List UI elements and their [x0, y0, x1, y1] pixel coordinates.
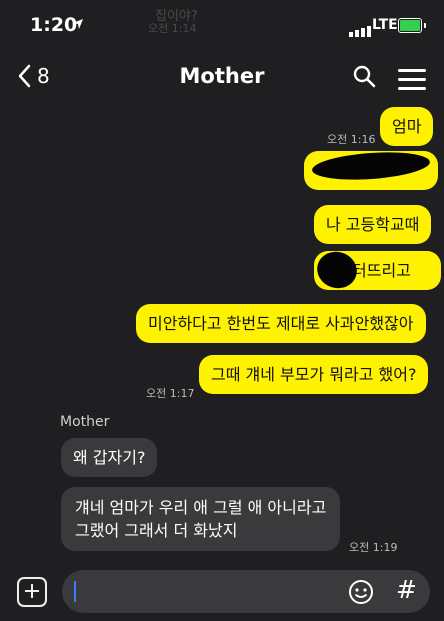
network-type: LTE: [372, 17, 398, 33]
text-caret: [74, 581, 76, 602]
message-bubble: 엄마: [380, 107, 434, 146]
status-bar: 1:20 집이야? 오전 1:14 LTE: [0, 0, 444, 46]
signal-bars-icon: [349, 18, 373, 37]
input-bar: #: [0, 564, 444, 621]
search-icon[interactable]: [352, 64, 376, 88]
message-text: 터뜨리고: [352, 261, 411, 280]
message-time: 오전 1:19: [349, 541, 398, 554]
message-bubble: 그때 걔네 부모가 뭐라고 했어?: [199, 355, 429, 394]
status-time: 1:20: [30, 14, 78, 36]
message-bubble: 왜 갑자기?: [61, 438, 158, 477]
message-bubble: 나 고등학교때: [314, 205, 432, 244]
chat-title: Mother: [179, 64, 265, 88]
message-bubble: 걔네 엄마가 우리 애 그럴 애 아니라고 그랬어 그래서 더 화났지: [61, 487, 341, 551]
battery-icon: [398, 18, 426, 33]
sender-name: Mother: [60, 414, 110, 430]
message-time: 오전 1:17: [146, 387, 195, 400]
menu-icon[interactable]: [392, 62, 432, 96]
emoji-icon[interactable]: [348, 579, 374, 605]
location-arrow-icon: [73, 19, 83, 29]
message-time: 오전 1:16: [327, 133, 376, 146]
ghost-message-time: 오전 1:14: [148, 22, 197, 35]
chat-header: 8 Mother: [0, 46, 444, 110]
plus-icon[interactable]: [17, 577, 47, 607]
hashtag-search-button[interactable]: #: [396, 575, 417, 604]
message-input[interactable]: #: [62, 570, 430, 613]
message-bubble: 미안하다고 한번도 제대로 사과안했잖아: [136, 304, 426, 343]
